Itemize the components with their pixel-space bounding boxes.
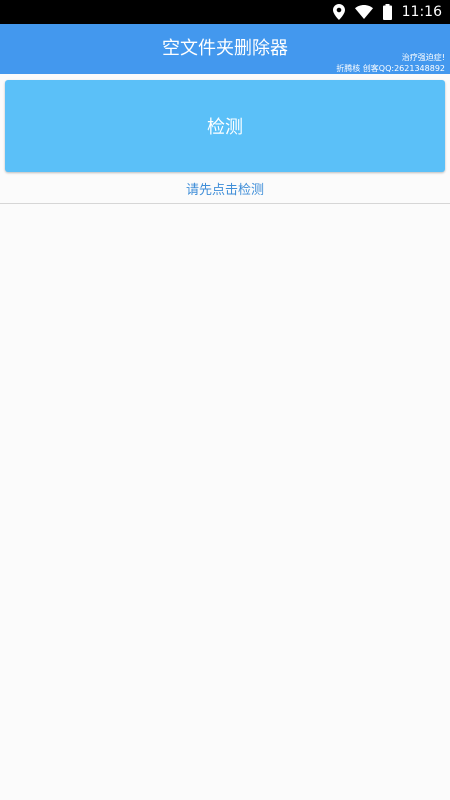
detect-button[interactable]: 检测 [5,80,445,172]
app-note-line1: 治疗强迫症! [401,53,445,62]
results-area [0,204,450,800]
wifi-icon [354,5,373,19]
status-bar: 11:16 [0,0,450,24]
status-time: 11:16 [401,4,442,20]
location-icon [332,4,345,20]
app-notes: 治疗强迫症! 折腾核 创客QQ:2621348892 [336,52,445,74]
detect-button-label: 检测 [207,117,243,138]
battery-icon [382,4,392,20]
app-note-line2: 折腾核 创客QQ:2621348892 [336,64,445,73]
app-bar: 空文件夹删除器 治疗强迫症! 折腾核 创客QQ:2621348892 [0,24,450,74]
hint-text: 请先点击检测 [185,183,264,198]
status-icons: 11:16 [332,0,442,24]
